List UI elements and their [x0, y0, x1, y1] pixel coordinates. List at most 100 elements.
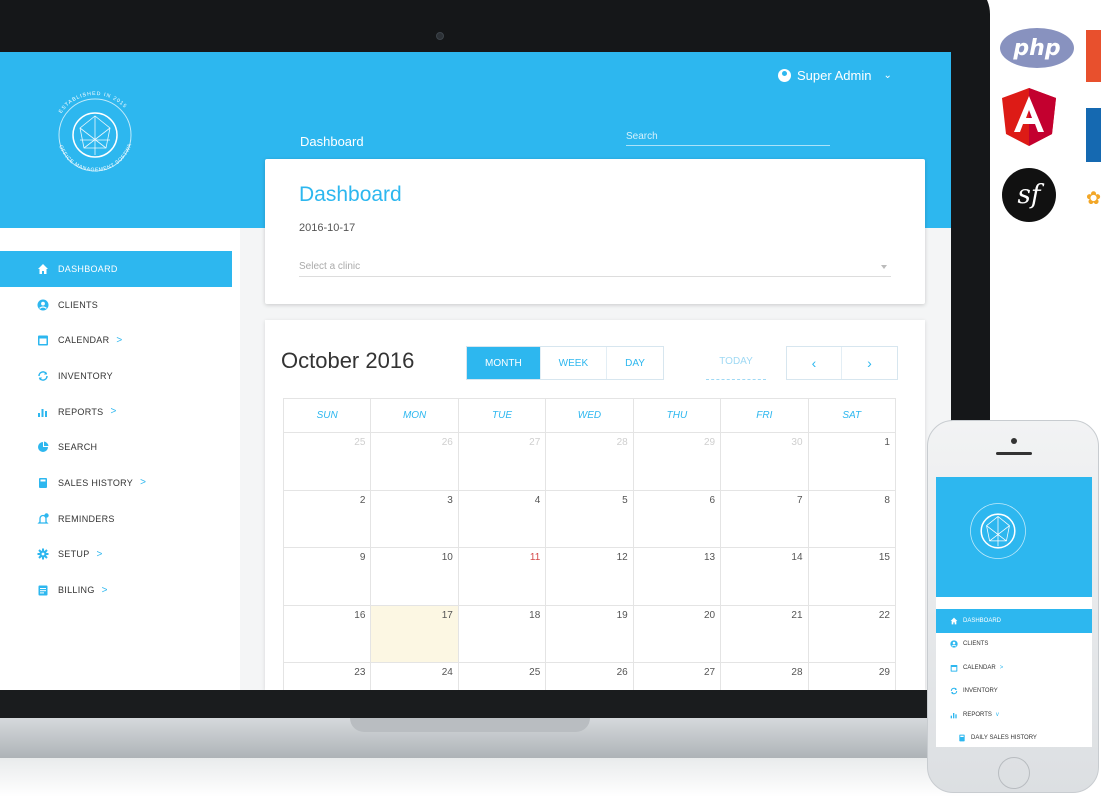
- sidebar-item-inventory[interactable]: INVENTORY: [0, 358, 232, 394]
- calendar-day-cell[interactable]: 26: [371, 433, 459, 490]
- calendar-day-cell[interactable]: 29: [809, 663, 896, 690]
- prev-month-button[interactable]: ‹: [787, 347, 842, 379]
- search-input[interactable]: [626, 131, 830, 142]
- calendar-day-cell[interactable]: 13: [634, 548, 722, 605]
- calendar-day-cell[interactable]: 29: [634, 433, 722, 490]
- calendar-day-cell[interactable]: 5: [546, 490, 634, 547]
- calendar-week-row: 9 10 11 12 13 14 15: [283, 547, 896, 605]
- day-number: 29: [703, 437, 716, 448]
- sidebar-item-reports[interactable]: REPORTS >: [0, 394, 232, 430]
- phone-device: DASHBOARD CLIENTS CALENDAR > INVENTORY REPORT…: [927, 420, 1099, 793]
- calendar-day-cell[interactable]: 30: [721, 433, 809, 490]
- calendar-day-cell[interactable]: 3: [371, 490, 459, 547]
- phone-nav-item[interactable]: CLIENTS: [936, 633, 1092, 657]
- chevron-right-icon: >: [101, 584, 108, 596]
- symfony-logo: sf: [1002, 168, 1056, 222]
- next-month-button[interactable]: ›: [842, 347, 897, 379]
- calendar-day-cell[interactable]: 9: [284, 548, 372, 605]
- calendar-day-cell[interactable]: 1: [809, 433, 896, 490]
- sidebar-item-reminders[interactable]: REMINDERS: [0, 501, 232, 537]
- weekday-label: MON: [371, 399, 459, 432]
- phone-nav-item[interactable]: DAILY SALES HISTORY: [936, 727, 1092, 748]
- day-view-button[interactable]: DAY: [607, 347, 663, 379]
- weekday-label: SAT: [809, 399, 896, 432]
- phone-speaker: [996, 452, 1032, 455]
- calendar-day-cell[interactable]: 16: [284, 605, 372, 662]
- calendar-day-cell[interactable]: 23: [284, 663, 372, 690]
- calendar-day-cell[interactable]: 28: [546, 433, 634, 490]
- calendar-day-cell[interactable]: 25: [459, 663, 547, 690]
- calendar-day-cell[interactable]: 7: [721, 490, 809, 547]
- calendar-day-cell[interactable]: 17: [371, 605, 459, 662]
- phone-home-button[interactable]: [998, 757, 1030, 789]
- calendar-day-cell[interactable]: 28: [721, 663, 809, 690]
- sidebar-item-sales-history[interactable]: SALES HISTORY >: [0, 465, 232, 501]
- chevron-right-icon: >: [116, 334, 123, 346]
- calendar-day-cell[interactable]: 11: [459, 548, 547, 605]
- calendar-day-cell[interactable]: 15: [809, 548, 896, 605]
- sidebar-item-calendar[interactable]: CALENDAR >: [0, 322, 232, 358]
- calendar-day-cell[interactable]: 10: [371, 548, 459, 605]
- month-view-button[interactable]: MONTH: [467, 347, 541, 379]
- calendar-icon: [36, 334, 49, 347]
- calendar-day-cell[interactable]: 8: [809, 490, 896, 547]
- week-view-button[interactable]: WEEK: [540, 347, 608, 379]
- phone-nav-item[interactable]: INVENTORY: [936, 680, 1092, 704]
- phone-nav-label: DAILY SALES HISTORY: [971, 735, 1037, 742]
- day-number: 21: [791, 609, 803, 621]
- phone-nav-label: REPORTS: [963, 711, 992, 718]
- sidebar-item-clients[interactable]: CLIENTS: [0, 287, 232, 323]
- calendar-day-cell[interactable]: 18: [459, 605, 547, 662]
- phone-nav: DASHBOARD CLIENTS CALENDAR > INVENTORY REPORT…: [936, 609, 1092, 747]
- day-number: 20: [703, 609, 716, 621]
- calendar-day-cell[interactable]: 20: [634, 605, 722, 662]
- calendar-day-cell[interactable]: 27: [634, 663, 722, 690]
- sidebar-item-search[interactable]: SEARCH: [0, 429, 232, 465]
- view-switcher: MONTH WEEK DAY: [466, 346, 664, 380]
- calendar-day-cell[interactable]: 14: [721, 548, 809, 605]
- phone-nav-item[interactable]: REPORTS v: [936, 703, 1092, 727]
- calendar-day-cell[interactable]: 24: [371, 663, 459, 690]
- calendar-day-cell[interactable]: 21: [721, 605, 809, 662]
- sidebar-item-label: INVENTORY: [58, 370, 113, 381]
- calendar-day-cell[interactable]: 4: [459, 490, 547, 547]
- calendar-day-cell[interactable]: 19: [546, 605, 634, 662]
- sidebar-item-dashboard[interactable]: DASHBOARD: [0, 251, 232, 287]
- gear-icon: [36, 548, 49, 561]
- sidebar-item-billing[interactable]: BILLING >: [0, 572, 232, 608]
- day-number: 29: [878, 667, 890, 678]
- calendar-week-row: 16 17 18 19 20 21 22: [283, 604, 896, 662]
- calendar-day-cell[interactable]: 6: [634, 490, 722, 547]
- calendar-day-cell[interactable]: 12: [546, 548, 634, 605]
- calendar-day-cell[interactable]: 25: [284, 433, 372, 490]
- user-menu[interactable]: Super Admin ⌄: [778, 68, 892, 83]
- search-field[interactable]: [626, 126, 830, 146]
- phone-nav-item[interactable]: CALENDAR >: [936, 656, 1092, 680]
- sidebar-item-setup[interactable]: SETUP >: [0, 537, 232, 573]
- laptop-shadow: [0, 758, 1000, 797]
- user-name: Super Admin: [797, 68, 872, 83]
- calendar-day-cell[interactable]: 26: [546, 663, 634, 690]
- phone-screen: DASHBOARD CLIENTS CALENDAR > INVENTORY REPORT…: [936, 477, 1092, 747]
- sidebar-item-label: SEARCH: [58, 442, 98, 453]
- sidebar-nav: DASHBOARD CLIENTS CALENDAR > INVENTORY REPORT…: [0, 251, 232, 608]
- day-number: 18: [529, 609, 541, 621]
- calendar-card: October 2016 MONTH WEEK DAY TODAY ‹ › SU…: [265, 320, 925, 690]
- angular-logo: [1002, 88, 1056, 146]
- calendar-day-cell[interactable]: 22: [809, 605, 896, 662]
- day-number: 25: [529, 667, 541, 678]
- refresh-icon: [36, 369, 49, 382]
- calendar-day-cell[interactable]: 2: [284, 490, 372, 547]
- clinic-select[interactable]: Select a clinic: [299, 257, 891, 277]
- calendar-week-row: 23 24 25 26 27 28 29: [283, 662, 896, 690]
- day-number: 22: [878, 609, 890, 621]
- day-number: 6: [709, 494, 716, 506]
- calendar-day-cell[interactable]: 27: [459, 433, 547, 490]
- day-number: 28: [791, 667, 803, 678]
- today-button[interactable]: TODAY: [706, 356, 766, 380]
- calendar-icon: [950, 664, 958, 672]
- day-number: 14: [791, 552, 803, 563]
- phone-nav-item[interactable]: DASHBOARD: [936, 609, 1092, 633]
- laptop-screen: ESTABLISHED IN 2015 OFFICE MANAGEMENT SO…: [0, 52, 951, 690]
- sidebar-item-label: BILLING: [58, 585, 95, 596]
